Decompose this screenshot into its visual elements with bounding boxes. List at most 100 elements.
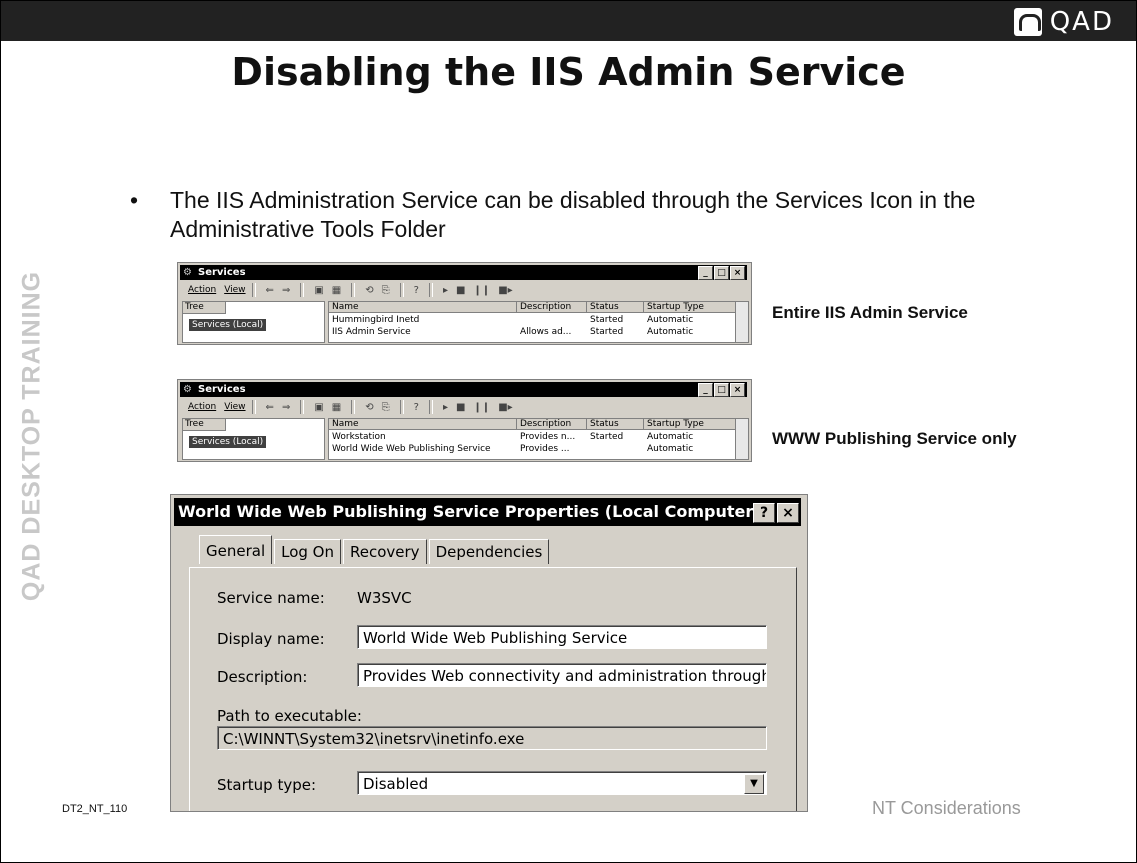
table-row-name[interactable]: Hummingbird Inetd <box>329 315 517 326</box>
stop-icon[interactable]: ■ <box>456 402 465 413</box>
close-button[interactable]: × <box>730 383 745 397</box>
table-row-name[interactable]: IIS Admin Service <box>329 327 517 338</box>
description-field[interactable]: Provides Web connectivity and administra… <box>357 663 767 687</box>
forward-icon[interactable]: ⇒ <box>282 402 290 413</box>
top-bar: QAD <box>1 1 1136 41</box>
table-row-startup: Automatic <box>647 315 694 325</box>
maximize-button[interactable]: □ <box>714 266 729 280</box>
services-icon: ⚙ <box>183 384 192 395</box>
display-name-field[interactable]: World Wide Web Publishing Service <box>357 625 767 649</box>
tree-header[interactable]: Tree <box>183 302 226 314</box>
footer-slide-id: DT2_NT_110 <box>62 803 128 815</box>
startup-type-value: Disabled <box>363 775 429 793</box>
refresh-icon[interactable]: ⟲ <box>365 402 373 413</box>
pause-icon[interactable]: ❙❙ <box>473 402 490 413</box>
table-row-description: Provides ... <box>520 444 570 454</box>
refresh-icon[interactable]: ⟲ <box>365 285 373 296</box>
column-startup-type[interactable]: Startup Type <box>644 419 736 430</box>
dialog-titlebar: World Wide Web Publishing Service Proper… <box>174 498 801 526</box>
forward-icon[interactable]: ⇒ <box>282 285 290 296</box>
path-label: Path to executable: <box>217 707 362 725</box>
column-description[interactable]: Description <box>517 419 587 430</box>
toolbar-separator <box>351 283 356 297</box>
table-row-startup: Automatic <box>647 327 694 337</box>
side-watermark: QAD DESKTOP TRAINING <box>2 196 62 676</box>
startup-type-label: Startup type: <box>217 776 317 794</box>
column-name[interactable]: Name <box>329 419 517 430</box>
stop-icon[interactable]: ■ <box>456 285 465 296</box>
close-button[interactable]: × <box>777 503 799 523</box>
toolbar-separator <box>399 400 404 414</box>
table-row-startup: Automatic <box>647 444 694 454</box>
restart-icon[interactable]: ■▸ <box>498 402 512 413</box>
toolbar-separator <box>428 283 433 297</box>
description-label: Description: <box>217 668 308 686</box>
menu-action[interactable]: Action <box>188 402 216 412</box>
services-window-2: ⚙ Services _ □ × Action View ⇐ ⇒ ▣ ▦ ⟲ ⎘… <box>177 379 752 462</box>
vertical-scrollbar[interactable] <box>735 419 748 459</box>
vertical-scrollbar[interactable] <box>735 302 748 342</box>
export-icon[interactable]: ⎘ <box>382 402 390 413</box>
table-row-name[interactable]: World Wide Web Publishing Service <box>329 444 517 455</box>
window-titlebar: ⚙ Services _ □ × <box>180 265 747 280</box>
toolbar-separator <box>300 400 305 414</box>
qad-logo-icon <box>1013 8 1042 36</box>
minimize-button[interactable]: _ <box>698 383 713 397</box>
tree-item-services-local[interactable]: Services (Local) <box>189 436 267 448</box>
dialog-controls: ? × <box>753 503 799 523</box>
window-title: Services <box>198 267 246 278</box>
maximize-button[interactable]: □ <box>714 383 729 397</box>
table-row-status: Started <box>590 315 624 325</box>
menu-view[interactable]: View <box>224 402 245 412</box>
pause-icon[interactable]: ❙❙ <box>473 285 490 296</box>
services-icon: ⚙ <box>183 267 192 278</box>
tree-item-services-local[interactable]: Services (Local) <box>189 319 267 331</box>
table-row-status: Started <box>590 432 624 442</box>
tab-general[interactable]: General <box>199 535 273 564</box>
menu-action[interactable]: Action <box>188 285 216 295</box>
toolbar-separator <box>399 283 404 297</box>
up-icon[interactable]: ▣ <box>314 285 323 296</box>
show-tree-icon[interactable]: ▦ <box>332 285 341 296</box>
column-name[interactable]: Name <box>329 302 517 313</box>
column-status[interactable]: Status <box>587 419 644 430</box>
back-icon[interactable]: ⇐ <box>266 402 274 413</box>
tab-log-on[interactable]: Log On <box>274 539 341 564</box>
play-icon[interactable]: ▸ <box>443 402 448 413</box>
toolbar-separator <box>251 400 256 414</box>
table-row-description: Provides n... <box>520 432 576 442</box>
footer-section: NT Considerations <box>872 798 1021 818</box>
show-tree-icon[interactable]: ▦ <box>332 402 341 413</box>
qad-logo: QAD <box>1013 5 1114 39</box>
caption-www-only: WWW Publishing Service only <box>772 429 1017 448</box>
close-button[interactable]: × <box>730 266 745 280</box>
up-icon[interactable]: ▣ <box>314 402 323 413</box>
window-controls: _ □ × <box>698 266 745 280</box>
path-field: C:\WINNT\System32\inetsrv\inetinfo.exe <box>217 726 767 750</box>
toolbar: Action View ⇐ ⇒ ▣ ▦ ⟲ ⎘ ? ▸ ■ ❙❙ ■▸ <box>180 281 747 299</box>
back-icon[interactable]: ⇐ <box>266 285 274 296</box>
help-icon[interactable]: ? <box>414 402 419 413</box>
tree-header[interactable]: Tree <box>183 419 226 431</box>
help-icon[interactable]: ? <box>414 285 419 296</box>
slide-title: Disabling the IIS Admin Service <box>231 50 906 94</box>
chevron-down-icon[interactable]: ▼ <box>744 774 764 794</box>
tab-recovery[interactable]: Recovery <box>343 539 427 564</box>
play-icon[interactable]: ▸ <box>443 285 448 296</box>
menu-view[interactable]: View <box>224 285 245 295</box>
export-icon[interactable]: ⎘ <box>382 285 390 296</box>
display-name-label: Display name: <box>217 630 325 648</box>
dialog-title: World Wide Web Publishing Service Proper… <box>178 502 761 521</box>
table-row-name[interactable]: Workstation <box>329 432 517 443</box>
restart-icon[interactable]: ■▸ <box>498 285 512 296</box>
minimize-button[interactable]: _ <box>698 266 713 280</box>
startup-type-select[interactable]: Disabled ▼ <box>357 771 767 795</box>
window-titlebar: ⚙ Services _ □ × <box>180 382 747 397</box>
tab-dependencies[interactable]: Dependencies <box>428 539 550 564</box>
column-startup-type[interactable]: Startup Type <box>644 302 736 313</box>
help-button[interactable]: ? <box>753 503 775 523</box>
column-description[interactable]: Description <box>517 302 587 313</box>
column-status[interactable]: Status <box>587 302 644 313</box>
window-title: Services <box>198 384 246 395</box>
toolbar-separator <box>251 283 256 297</box>
